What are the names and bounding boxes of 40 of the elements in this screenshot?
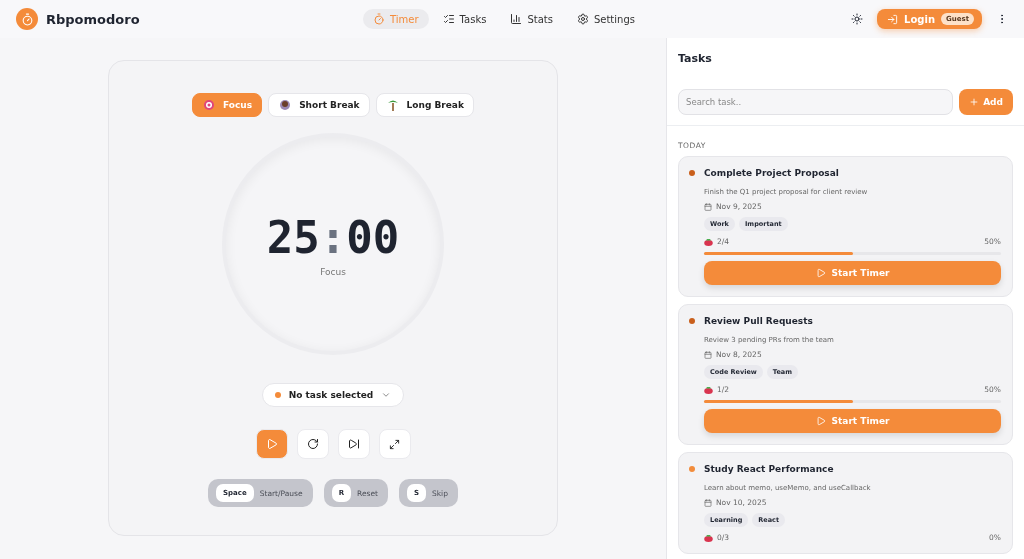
stopwatch-icon (373, 13, 385, 25)
skip-button[interactable] (337, 429, 370, 459)
expand-icon (389, 438, 400, 450)
reset-icon (306, 438, 319, 450)
plus-icon (969, 97, 980, 107)
mode-tab[interactable]: Short Break (268, 93, 370, 117)
cup-icon (279, 99, 292, 111)
app-logo (16, 8, 38, 30)
task-title: Study React Performance (704, 464, 834, 474)
play-icon (815, 268, 826, 278)
checklist-icon (442, 13, 455, 25)
settings-icon (576, 13, 589, 25)
nav-tab[interactable]: Tasks (432, 9, 497, 29)
play-icon (815, 416, 826, 426)
nav-tab[interactable]: Stats (500, 9, 563, 29)
chevron-down-icon (381, 390, 392, 400)
reset-button[interactable] (296, 429, 329, 459)
timer-display: 25:00 (266, 211, 400, 263)
panel-title: Tasks (677, 51, 713, 65)
task-select[interactable]: No task selected (261, 383, 405, 407)
tomato-icon (704, 533, 713, 542)
timer-mode-label: Focus (320, 266, 346, 277)
calendar-icon (704, 498, 712, 507)
bar-chart-icon (510, 13, 523, 25)
skip-icon (347, 438, 360, 450)
theme-toggle-icon[interactable] (851, 13, 864, 25)
nav-tab[interactable]: Settings (566, 9, 645, 29)
tomato-icon (704, 237, 713, 246)
mode-tab[interactable]: Long Break (375, 93, 474, 117)
search-field[interactable]: Search task.. (678, 89, 954, 115)
login-icon (887, 13, 899, 25)
task-title: Review Pull Requests (704, 316, 813, 326)
play-icon (265, 438, 278, 450)
task-title: Complete Project Proposal (704, 168, 839, 178)
calendar-icon (704, 350, 712, 359)
calendar-icon (704, 202, 712, 211)
palm-tree-icon (386, 99, 399, 111)
tomato-icon (704, 385, 713, 394)
app-name: Rbpomodoro (46, 11, 140, 27)
target-icon (203, 99, 216, 111)
